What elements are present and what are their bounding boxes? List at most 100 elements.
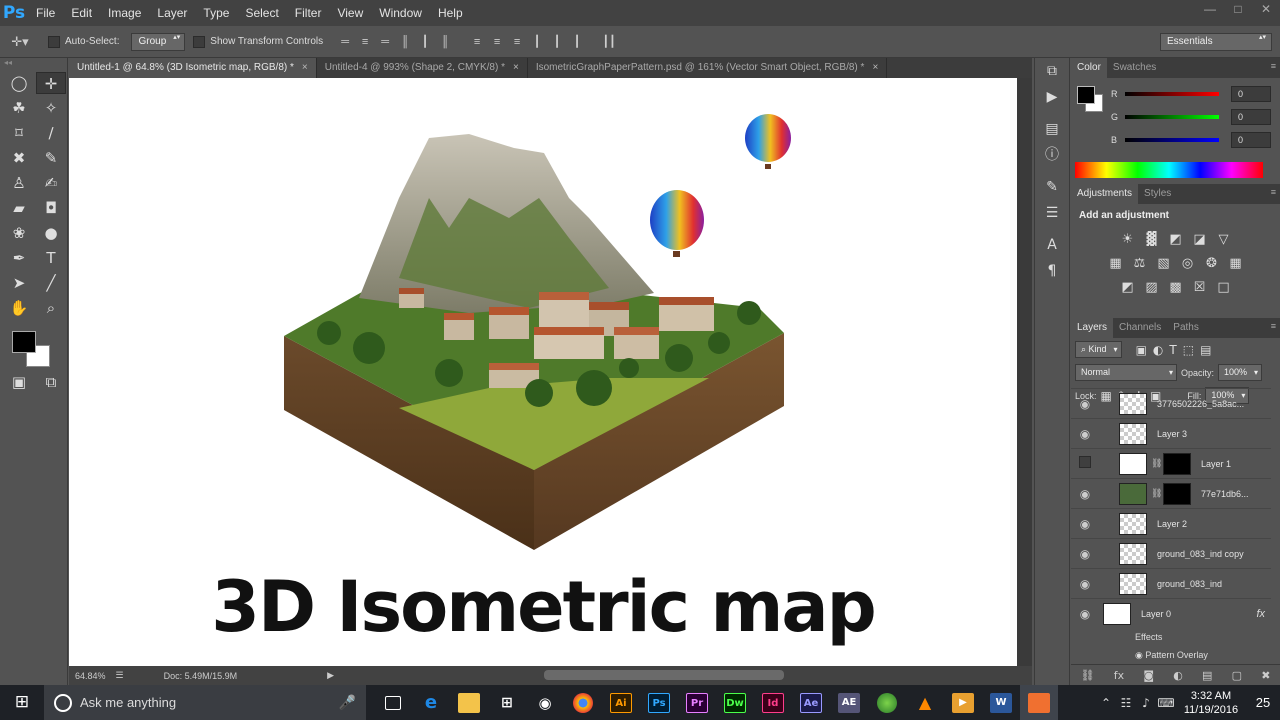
filter-type-icon[interactable]: T: [1169, 343, 1176, 357]
chain-link-icon[interactable]: ⛓: [1151, 458, 1162, 469]
line-tool-icon[interactable]: ╱: [36, 272, 66, 294]
align-vcenter-icon[interactable]: ≡: [355, 32, 375, 52]
canvas-vertical-scrollbar[interactable]: [1017, 78, 1049, 666]
minimize-button[interactable]: —: [1196, 0, 1224, 20]
visibility-eye-icon[interactable]: ◉: [1071, 427, 1099, 441]
layer-row[interactable]: ◉ 3776502226_5a8ac...: [1071, 388, 1271, 418]
brush-icon[interactable]: ✎: [1035, 174, 1069, 200]
curves-icon[interactable]: ◩: [1166, 231, 1186, 249]
visibility-eye-icon[interactable]: ◉: [1071, 547, 1099, 561]
hue-saturation-icon[interactable]: ▦: [1106, 255, 1126, 273]
visibility-eye-icon[interactable]: ◉: [1071, 607, 1099, 621]
pen-tool-icon[interactable]: ✒: [4, 247, 34, 269]
layer-kind-filter[interactable]: ⌕ Kind: [1075, 341, 1122, 358]
tab-untitled-1[interactable]: Untitled-1 @ 64.8% (3D Isometric map, RG…: [69, 58, 317, 78]
path-selection-tool-icon[interactable]: ➤: [4, 272, 34, 294]
tab-untitled-4[interactable]: Untitled-4 @ 993% (Shape 2, CMYK/8) * ×: [317, 58, 528, 78]
dreamweaver-icon[interactable]: Dw: [716, 685, 754, 720]
history-icon[interactable]: ⧉: [1035, 58, 1069, 84]
menu-filter[interactable]: Filter: [287, 0, 330, 26]
visibility-toggle-empty[interactable]: [1071, 456, 1099, 471]
illustrator-icon[interactable]: Ai: [602, 685, 640, 720]
properties-icon[interactable]: ▤: [1035, 116, 1069, 142]
red-value-field[interactable]: 0: [1231, 86, 1271, 102]
tray-expand-icon[interactable]: ⌃: [1096, 696, 1116, 710]
layer-row[interactable]: ◉ ⛓ 77e71db6...: [1071, 478, 1271, 508]
zoom-tool-icon[interactable]: ⌕: [36, 297, 66, 319]
toolbox-grip[interactable]: ◂◂: [0, 58, 67, 72]
menu-type[interactable]: Type: [195, 0, 237, 26]
blend-mode-dropdown[interactable]: Normal: [1075, 364, 1177, 381]
menu-help[interactable]: Help: [430, 0, 471, 26]
microphone-icon[interactable]: 🎤: [339, 694, 356, 711]
add-mask-icon[interactable]: ◙: [1143, 669, 1154, 682]
link-layers-icon[interactable]: ⛓: [1081, 669, 1095, 682]
distribute-left-icon[interactable]: ┃: [527, 32, 547, 52]
layer-row[interactable]: ◉ Layer 2: [1071, 508, 1271, 538]
ae-project-icon[interactable]: AE: [830, 685, 868, 720]
brightness-contrast-icon[interactable]: ☀: [1118, 231, 1138, 249]
panel-menu-icon[interactable]: ≡: [1271, 321, 1276, 331]
layer-effects-icon[interactable]: fx: [1256, 608, 1265, 620]
effects-sublabel[interactable]: Effects: [1071, 628, 1271, 646]
chain-link-icon[interactable]: ⛓: [1151, 488, 1162, 499]
tab-layers[interactable]: Layers: [1071, 318, 1114, 338]
edge-browser-icon[interactable]: e: [412, 685, 450, 720]
move-tool-preset-icon[interactable]: ✛▾: [0, 31, 40, 53]
posterize-icon[interactable]: ▨: [1142, 279, 1162, 297]
visibility-eye-icon[interactable]: ◉: [1071, 487, 1099, 501]
paragraph-icon[interactable]: ¶: [1035, 258, 1069, 284]
photoshop-taskbar-icon[interactable]: Ps: [640, 685, 678, 720]
language-icon[interactable]: ⌨: [1156, 696, 1176, 710]
layer-row[interactable]: ◉ Layer 0 fx: [1071, 598, 1271, 628]
selective-color-icon[interactable]: ☒: [1190, 279, 1210, 297]
lasso-tool-icon[interactable]: ☘: [4, 97, 34, 119]
maximize-button[interactable]: □: [1224, 0, 1252, 20]
vlc-icon[interactable]: ▲: [906, 685, 944, 720]
action-center-icon[interactable]: 25: [1246, 695, 1280, 710]
status-menu-arrow[interactable]: ▶: [327, 670, 334, 681]
color-foreground-swatch[interactable]: [1077, 86, 1095, 104]
distribute-hcenter-icon[interactable]: ┃: [547, 32, 567, 52]
green-slider[interactable]: [1125, 115, 1219, 119]
close-tab-icon[interactable]: ×: [872, 62, 878, 73]
taskbar-clock[interactable]: 3:32 AM 11/19/2016: [1176, 689, 1246, 717]
tab-adjustments[interactable]: Adjustments: [1071, 184, 1139, 204]
zoom-level[interactable]: 64.84%: [75, 671, 106, 681]
visibility-eye-icon[interactable]: ◉: [1071, 577, 1099, 591]
color-lookup-icon[interactable]: ▦: [1226, 255, 1246, 273]
auto-select-dropdown[interactable]: Group: [131, 32, 186, 51]
effect-eye-icon[interactable]: ◉: [1135, 650, 1145, 660]
filter-pixel-icon[interactable]: ▣: [1136, 343, 1147, 357]
eyedropper-tool-icon[interactable]: ∕: [36, 122, 66, 144]
color-spectrum-bar[interactable]: [1075, 162, 1263, 178]
brush-presets-icon[interactable]: ☰: [1035, 200, 1069, 226]
invert-icon[interactable]: ◩: [1118, 279, 1138, 297]
visibility-eye-icon[interactable]: ◉: [1071, 397, 1099, 411]
panel-menu-icon[interactable]: ≡: [1271, 61, 1276, 71]
color-balance-icon[interactable]: ⚖: [1130, 255, 1150, 273]
magic-wand-tool-icon[interactable]: ✧: [36, 97, 66, 119]
move-tool-icon[interactable]: ✛: [36, 72, 66, 94]
windows-start-icon[interactable]: ⊞: [0, 685, 44, 720]
opacity-field[interactable]: 100%: [1218, 364, 1263, 381]
eraser-tool-icon[interactable]: ▰: [4, 197, 34, 219]
filter-adjustment-icon[interactable]: ◐: [1153, 343, 1163, 357]
visibility-eye-icon[interactable]: ◉: [1071, 517, 1099, 531]
layer-row[interactable]: ◉ ground_083_ind copy: [1071, 538, 1271, 568]
volume-icon[interactable]: ♪: [1136, 696, 1156, 710]
threshold-icon[interactable]: ▩: [1166, 279, 1186, 297]
align-right-icon[interactable]: ║: [435, 32, 455, 52]
distribute-bottom-icon[interactable]: ≡: [507, 32, 527, 52]
close-button[interactable]: ✕: [1252, 0, 1280, 20]
screen-mode-icon[interactable]: ⧉: [36, 371, 66, 393]
type-tool-icon[interactable]: T: [36, 247, 66, 269]
align-top-icon[interactable]: ═: [335, 32, 355, 52]
distribute-right-icon[interactable]: ┃: [567, 32, 587, 52]
add-layer-style-icon[interactable]: fx: [1114, 669, 1124, 682]
brush-tool-icon[interactable]: ✎: [36, 147, 66, 169]
tab-paths[interactable]: Paths: [1167, 318, 1205, 338]
blue-slider[interactable]: [1125, 138, 1219, 142]
file-explorer-icon[interactable]: [450, 685, 488, 720]
store-icon[interactable]: ⊞: [488, 685, 526, 720]
